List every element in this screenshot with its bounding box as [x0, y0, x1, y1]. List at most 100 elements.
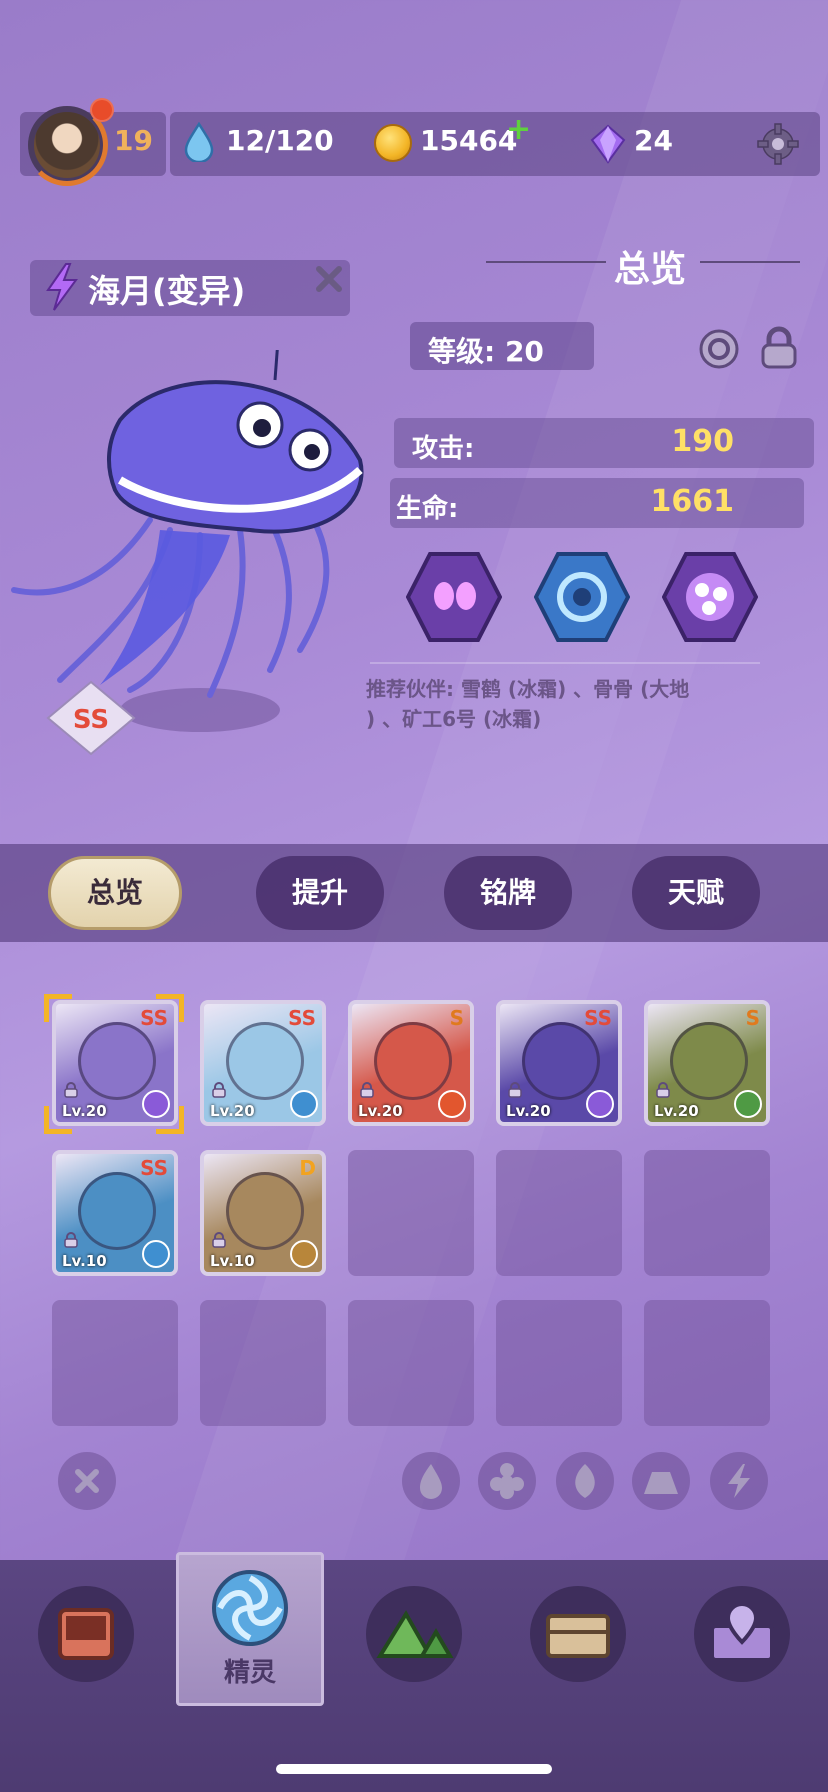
skill-orbs-icon[interactable]	[662, 552, 758, 642]
rarity-label: S	[449, 1006, 464, 1030]
console-icon	[58, 1608, 114, 1660]
recommended-partners: 推荐伙伴: 雪鹤 (冰霜) 、骨骨 (大地 ) 、矿工6号 (冰霜)	[366, 674, 766, 734]
lightning-element-icon	[46, 263, 78, 311]
creature-card[interactable]: SS Lv.10	[52, 1150, 178, 1276]
lock-icon	[360, 1082, 374, 1098]
level-label: Lv.10	[210, 1252, 255, 1270]
clear-filter-icon	[75, 1469, 99, 1493]
creature-card[interactable]: SS Lv.20	[200, 1000, 326, 1126]
gem-icon	[590, 124, 626, 164]
creature-thumbnail	[226, 1022, 304, 1100]
lightning-icon	[586, 1090, 614, 1118]
empty-slot	[200, 1300, 326, 1426]
empty-slot	[348, 1150, 474, 1276]
nav-chest-button[interactable]	[530, 1586, 626, 1682]
gem-count: 24	[634, 124, 673, 157]
nav-inventory-button[interactable]	[38, 1586, 134, 1682]
notification-dot	[90, 98, 114, 122]
nav-creatures-label: 精灵	[223, 1658, 276, 1688]
coin-count: 15464	[420, 124, 518, 157]
gear-icon[interactable]	[756, 122, 800, 166]
filter-frost[interactable]	[478, 1452, 536, 1510]
level-label: 等级: 20	[428, 335, 544, 368]
filter-fire[interactable]	[402, 1452, 460, 1510]
empty-slot	[52, 1300, 178, 1426]
fire-icon	[420, 1464, 442, 1499]
empty-slot	[644, 1300, 770, 1426]
skill-drops-icon[interactable]	[406, 552, 502, 642]
earth-icon	[644, 1472, 678, 1494]
add-coins-button[interactable]: +	[506, 112, 531, 147]
recommended-line-2: ) 、矿工6号 (冰霜)	[366, 707, 542, 731]
tab-talent[interactable]: 天赋	[632, 856, 760, 930]
rarity-label: SS	[584, 1006, 612, 1030]
lock-icon	[508, 1082, 522, 1098]
recommended-line-1: 推荐伙伴: 雪鹤 (冰霜) 、骨骨 (大地	[366, 677, 690, 701]
creature-card[interactable]: S Lv.20	[644, 1000, 770, 1126]
creature-thumbnail	[78, 1172, 156, 1250]
fire-icon	[438, 1090, 466, 1118]
rarity-badge-text: SS	[73, 705, 109, 735]
location-pin-icon	[710, 1601, 774, 1662]
level-label: Lv.20	[654, 1102, 699, 1120]
hp-value: 1661	[650, 484, 735, 519]
nav-location-button[interactable]	[694, 1586, 790, 1682]
rarity-label: D	[299, 1156, 316, 1180]
energy-count: 12/120	[226, 124, 334, 157]
frost-icon	[290, 1090, 318, 1118]
filter-earth[interactable]	[632, 1452, 690, 1510]
earth-icon	[290, 1240, 318, 1268]
lock-icon	[212, 1232, 226, 1248]
selection-frame	[44, 994, 184, 1134]
chest-icon	[546, 1614, 610, 1658]
level-label: Lv.20	[506, 1102, 551, 1120]
filter-lightning[interactable]	[710, 1452, 768, 1510]
lock-icon[interactable]	[758, 326, 800, 370]
creature-thumbnail	[670, 1022, 748, 1100]
lock-icon	[64, 1232, 78, 1248]
empty-slot	[348, 1300, 474, 1426]
frost-icon	[490, 1463, 524, 1499]
rarity-label: SS	[140, 1156, 168, 1180]
level-label: Lv.20	[358, 1102, 403, 1120]
attack-label: 攻击:	[412, 434, 475, 464]
creature-card[interactable]: S Lv.20	[348, 1000, 474, 1126]
home-indicator[interactable]	[276, 1764, 552, 1774]
lock-icon	[656, 1082, 670, 1098]
panel-title: 总览	[613, 249, 686, 290]
rarity-label: S	[745, 1006, 760, 1030]
frost-icon	[142, 1240, 170, 1268]
creature-card[interactable]: D Lv.10	[200, 1150, 326, 1276]
dismiss-icon[interactable]	[312, 262, 346, 296]
divider	[370, 662, 760, 664]
coin-icon	[374, 124, 412, 162]
creature-name: 海月(变异)	[88, 272, 246, 310]
clear-filter-button[interactable]	[58, 1452, 116, 1510]
creature-card[interactable]: SS Lv.20	[496, 1000, 622, 1126]
level-label: Lv.10	[62, 1252, 107, 1270]
creature-swirl-icon	[212, 1570, 288, 1646]
level-label: Lv.20	[210, 1102, 255, 1120]
empty-slot	[496, 1300, 622, 1426]
nav-map-button[interactable]	[366, 1586, 462, 1682]
ring-icon[interactable]	[698, 328, 740, 370]
nature-icon	[734, 1090, 762, 1118]
empty-slot	[644, 1150, 770, 1276]
lock-icon	[212, 1082, 226, 1098]
hp-label: 生命:	[396, 494, 459, 524]
rarity-label: SS	[288, 1006, 316, 1030]
mountain-icon	[376, 1610, 454, 1658]
rarity-badge: SS	[46, 680, 136, 756]
skill-vortex-icon[interactable]	[534, 552, 630, 642]
creature-thumbnail	[374, 1022, 452, 1100]
leaf-icon	[575, 1464, 595, 1498]
water-drop-icon	[184, 122, 214, 162]
tab-upgrade[interactable]: 提升	[256, 856, 384, 930]
filter-nature[interactable]	[556, 1452, 614, 1510]
lightning-icon	[728, 1464, 750, 1498]
creature-thumbnail	[226, 1172, 304, 1250]
tab-nameplate[interactable]: 铭牌	[444, 856, 572, 930]
player-level: 19	[114, 124, 153, 157]
attack-value: 190	[671, 424, 734, 459]
tab-overview[interactable]: 总览	[48, 856, 182, 930]
